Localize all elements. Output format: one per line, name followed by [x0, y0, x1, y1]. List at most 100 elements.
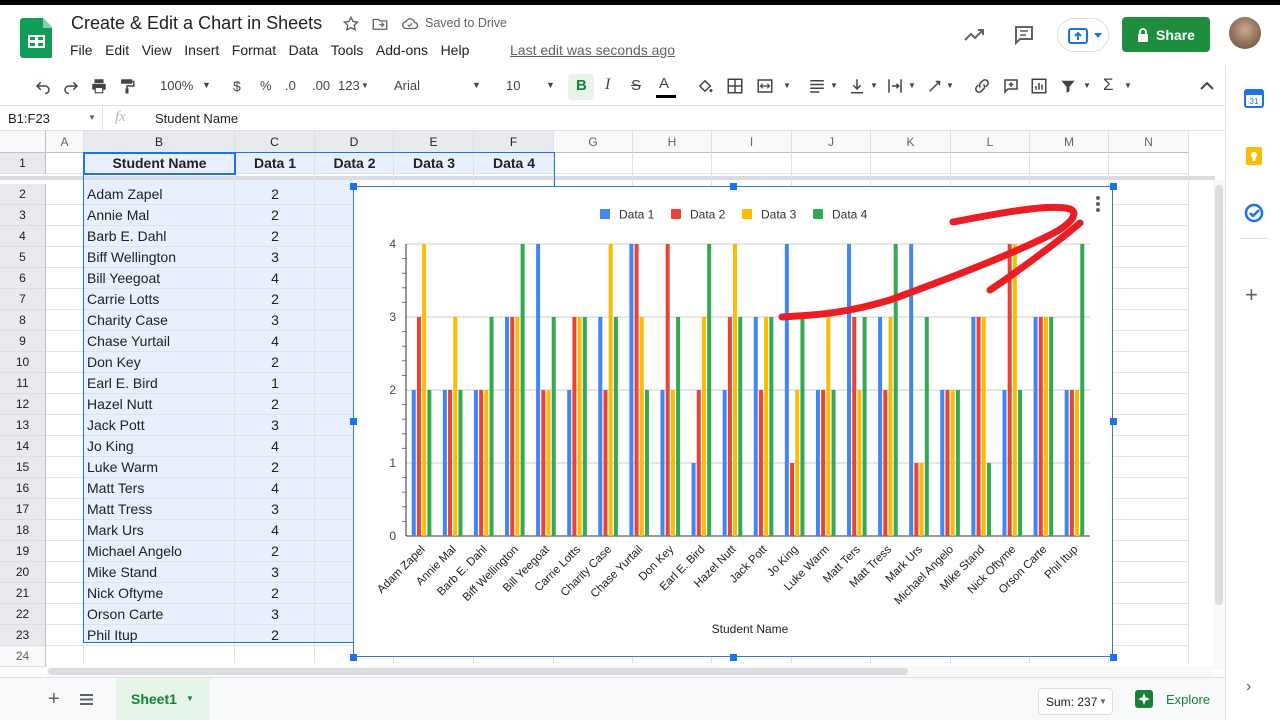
rotation-dropdown-icon[interactable]: ▼: [946, 81, 954, 90]
chart-resize-handle[interactable]: [350, 654, 357, 661]
font-size-dropdown-icon[interactable]: ▼: [546, 80, 555, 90]
column-header-f[interactable]: F: [474, 131, 554, 153]
row-header-16[interactable]: 16: [0, 478, 46, 499]
italic-button[interactable]: I: [605, 76, 610, 94]
row-header-21[interactable]: 21: [0, 583, 46, 604]
merge-cells-icon[interactable]: [756, 77, 774, 95]
zoom-select[interactable]: 100%: [160, 78, 193, 93]
row-header-13[interactable]: 13: [0, 415, 46, 436]
last-edit-link[interactable]: Last edit was seconds ago: [510, 42, 675, 58]
header-cell-3[interactable]: Data 2: [315, 153, 394, 174]
functions-icon[interactable]: Σ: [1103, 75, 1114, 95]
data1-cell[interactable]: 3: [235, 562, 315, 583]
vertical-align-icon[interactable]: [848, 77, 866, 95]
chart-resize-handle[interactable]: [1110, 654, 1117, 661]
halign-dropdown-icon[interactable]: ▼: [830, 81, 838, 90]
valign-dropdown-icon[interactable]: ▼: [870, 81, 878, 90]
menu-tools[interactable]: Tools: [331, 42, 364, 58]
header-cell-5[interactable]: Data 4: [474, 153, 554, 174]
name-cell[interactable]: Orson Carte: [87, 604, 233, 625]
name-cell[interactable]: Luke Warm: [87, 457, 233, 478]
data1-cell[interactable]: 4: [235, 478, 315, 499]
menu-view[interactable]: View: [142, 42, 172, 58]
select-all-corner[interactable]: [0, 131, 46, 153]
name-box-dropdown-icon[interactable]: ▼: [88, 113, 96, 122]
column-header-h[interactable]: H: [633, 131, 712, 153]
formats-dropdown-icon[interactable]: ▼: [361, 81, 369, 90]
name-cell[interactable]: Earl E. Bird: [87, 373, 233, 394]
data1-cell[interactable]: 3: [235, 310, 315, 331]
collapse-toolbar-icon[interactable]: [1199, 79, 1215, 93]
menu-edit[interactable]: Edit: [105, 42, 129, 58]
data1-cell[interactable]: 1: [235, 373, 315, 394]
present-button[interactable]: [1057, 18, 1109, 52]
insert-comment-icon[interactable]: [1002, 77, 1020, 95]
name-cell[interactable]: Don Key: [87, 352, 233, 373]
name-cell[interactable]: Charity Case: [87, 310, 233, 331]
data1-cell[interactable]: 4: [235, 331, 315, 352]
name-cell[interactable]: Annie Mal: [87, 205, 233, 226]
name-cell[interactable]: Barb E. Dahl: [87, 226, 233, 247]
row-header-4[interactable]: 4: [0, 226, 46, 247]
borders-icon[interactable]: [726, 77, 744, 95]
row-header-14[interactable]: 14: [0, 436, 46, 457]
row-header-15[interactable]: 15: [0, 457, 46, 478]
menu-format[interactable]: Format: [232, 42, 276, 58]
chart-resize-handle[interactable]: [1110, 418, 1117, 425]
explore-icon[interactable]: [1135, 690, 1153, 708]
horizontal-align-icon[interactable]: [808, 77, 826, 95]
name-cell[interactable]: Chase Yurtail: [87, 331, 233, 352]
data1-cell[interactable]: 2: [235, 457, 315, 478]
data1-cell[interactable]: 3: [235, 499, 315, 520]
share-button[interactable]: Share: [1122, 17, 1210, 52]
data1-cell[interactable]: 2: [235, 625, 315, 646]
row-header-20[interactable]: 20: [0, 562, 46, 583]
calendar-icon[interactable]: 31: [1244, 88, 1264, 108]
row-header-9[interactable]: 9: [0, 331, 46, 352]
print-icon[interactable]: [90, 77, 108, 95]
expand-panel-icon[interactable]: ›: [1246, 678, 1251, 696]
data1-cell[interactable]: 2: [235, 541, 315, 562]
data1-cell[interactable]: 2: [235, 394, 315, 415]
menu-insert[interactable]: Insert: [184, 42, 219, 58]
data1-cell[interactable]: 3: [235, 247, 315, 268]
user-avatar[interactable]: [1229, 17, 1261, 49]
column-header-b[interactable]: B: [84, 131, 235, 153]
sheet-tab[interactable]: Sheet1 ▼: [116, 678, 210, 720]
data1-cell[interactable]: 3: [235, 604, 315, 625]
name-cell[interactable]: Mike Stand: [87, 562, 233, 583]
zoom-dropdown-icon[interactable]: ▼: [202, 80, 211, 90]
name-cell[interactable]: Jack Pott: [87, 415, 233, 436]
row-header-6[interactable]: 6: [0, 268, 46, 289]
undo-icon[interactable]: [34, 77, 52, 95]
decrease-decimal-button[interactable]: .0: [285, 78, 296, 93]
text-rotation-icon[interactable]: [926, 77, 944, 95]
column-header-k[interactable]: K: [871, 131, 951, 153]
header-cell-2[interactable]: Data 1: [235, 153, 315, 174]
row-header-3[interactable]: 3: [0, 205, 46, 226]
data1-cell[interactable]: 2: [235, 205, 315, 226]
horizontal-scroll-thumb[interactable]: [48, 668, 908, 675]
add-addon-icon[interactable]: +: [1245, 282, 1258, 308]
chart-resize-handle[interactable]: [350, 418, 357, 425]
percent-format-button[interactable]: %: [260, 78, 272, 93]
data1-cell[interactable]: 4: [235, 520, 315, 541]
column-header-d[interactable]: D: [315, 131, 394, 153]
row-header-10[interactable]: 10: [0, 352, 46, 373]
text-wrap-icon[interactable]: [886, 77, 904, 95]
more-formats-button[interactable]: 123: [338, 78, 360, 93]
merge-dropdown-icon[interactable]: ▼: [783, 81, 791, 90]
sheet-tab-dropdown-icon[interactable]: ▼: [186, 694, 194, 703]
column-header-i[interactable]: I: [712, 131, 792, 153]
chart-menu-icon[interactable]: [1095, 195, 1101, 213]
chart-resize-handle[interactable]: [730, 654, 737, 661]
add-sheet-icon[interactable]: +: [48, 688, 60, 711]
insert-chart-icon[interactable]: [1030, 77, 1048, 95]
column-header-g[interactable]: G: [554, 131, 633, 153]
row-header-2[interactable]: 2: [0, 184, 46, 205]
chart-resize-handle[interactable]: [730, 183, 737, 190]
name-cell[interactable]: Hazel Nutt: [87, 394, 233, 415]
name-cell[interactable]: Adam Zapel: [87, 184, 233, 205]
row-header-22[interactable]: 22: [0, 604, 46, 625]
column-header-j[interactable]: J: [792, 131, 871, 153]
